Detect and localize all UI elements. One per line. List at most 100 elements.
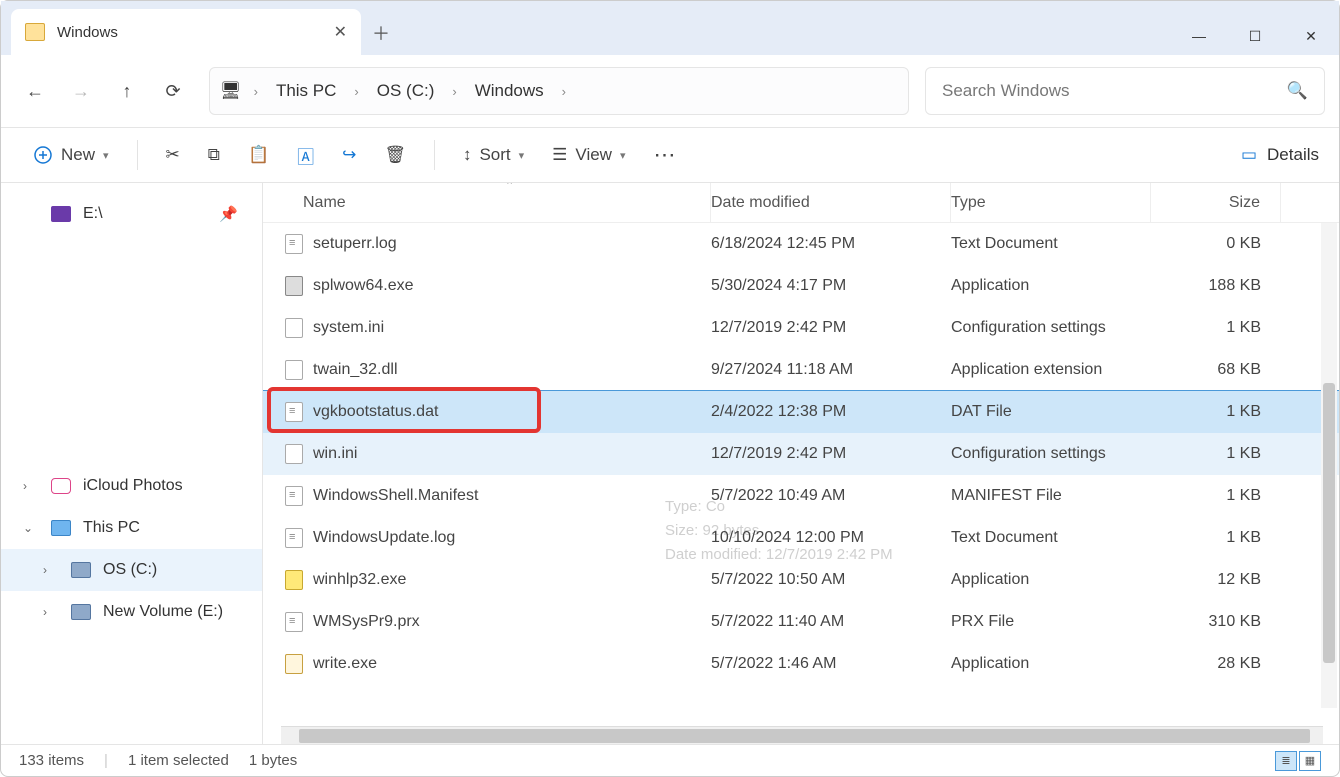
scroll-thumb[interactable] xyxy=(299,729,1310,743)
sidebar-item-newvol[interactable]: › New Volume (E:) xyxy=(1,591,262,633)
file-type: Application xyxy=(951,655,1151,673)
details-pane-button[interactable]: ▭ Details xyxy=(1241,145,1319,165)
file-row[interactable]: WindowsShell.Manifest5/7/2022 10:49 AMMA… xyxy=(263,475,1339,517)
refresh-button[interactable]: ⟳ xyxy=(153,71,193,111)
file-icon xyxy=(285,486,303,506)
column-type[interactable]: Type xyxy=(951,183,1151,222)
file-name: system.ini xyxy=(313,319,384,337)
tiles-view-button[interactable]: ▦ xyxy=(1299,751,1321,771)
close-tab-icon[interactable]: ✕ xyxy=(334,22,347,42)
up-button[interactable]: ↑ xyxy=(107,71,147,111)
chevron-down-icon: ▾ xyxy=(103,149,109,162)
chevron-right-icon[interactable]: › xyxy=(446,84,462,99)
file-rows: Type: Co Size: 92 bytes Date modified: 1… xyxy=(263,223,1339,726)
status-bytes: 1 bytes xyxy=(249,752,297,769)
file-row[interactable]: win.ini 12/7/2019 2:42 PMConfiguration se… xyxy=(263,433,1339,475)
new-tab-button[interactable]: ＋ xyxy=(361,11,401,55)
forward-button[interactable]: → xyxy=(61,71,101,111)
address-bar[interactable]: 🖥 › This PC › OS (C:) › Windows › xyxy=(209,67,909,115)
chevron-right-icon[interactable]: › xyxy=(348,84,364,99)
file-size: 1 KB xyxy=(1151,445,1281,463)
icloud-icon xyxy=(51,478,71,494)
file-type: Application xyxy=(951,277,1151,295)
paste-button[interactable]: 📋 xyxy=(236,139,281,171)
file-type: Text Document xyxy=(951,529,1151,547)
file-icon xyxy=(285,570,303,590)
chevron-right-icon[interactable]: › xyxy=(23,479,27,493)
file-date: 2/4/2022 12:38 PM xyxy=(711,403,951,421)
delete-button[interactable]: 🗑 xyxy=(372,139,418,171)
file-row[interactable]: twain_32.dll9/27/2024 11:18 AMApplicatio… xyxy=(263,349,1339,391)
details-view-button[interactable]: ≣ xyxy=(1275,751,1297,771)
file-name: WindowsShell.Manifest xyxy=(313,487,478,505)
back-button[interactable]: ← xyxy=(15,71,55,111)
more-button[interactable]: ⋯ xyxy=(642,136,690,174)
file-size: 28 KB xyxy=(1151,655,1281,673)
status-bar: 133 items | 1 item selected 1 bytes ≣ ▦ xyxy=(1,744,1339,776)
chevron-down-icon: ▾ xyxy=(519,149,525,162)
status-item-count: 133 items xyxy=(19,752,84,769)
file-date: 12/7/2019 2:42 PM xyxy=(711,445,951,463)
file-list-area: Name ⌃ Date modified Type Size Type: Co … xyxy=(263,183,1339,744)
column-size[interactable]: Size xyxy=(1151,183,1281,222)
file-row[interactable]: system.ini12/7/2019 2:42 PMConfiguration… xyxy=(263,307,1339,349)
column-name[interactable]: Name ⌃ xyxy=(275,183,711,222)
sort-button[interactable]: ↕ Sort ▾ xyxy=(451,139,536,171)
copy-button[interactable]: ⧉ xyxy=(196,139,232,171)
chevron-right-icon[interactable]: › xyxy=(556,84,572,99)
file-size: 1 KB xyxy=(1151,529,1281,547)
file-icon xyxy=(285,318,303,338)
file-row[interactable]: splwow64.exe5/30/2024 4:17 PMApplication… xyxy=(263,265,1339,307)
file-name: splwow64.exe xyxy=(313,277,414,295)
drive-icon xyxy=(71,604,91,620)
new-button[interactable]: New ▾ xyxy=(21,139,121,171)
rename-button[interactable]: 🄰 xyxy=(285,137,326,174)
horizontal-scrollbar[interactable] xyxy=(281,726,1323,744)
clipboard-icon: 📋 xyxy=(248,145,269,165)
chevron-right-icon[interactable]: › xyxy=(43,605,47,619)
file-type: Configuration settings xyxy=(951,445,1151,463)
maximize-button[interactable]: ☐ xyxy=(1227,17,1283,55)
file-row[interactable]: setuperr.log6/18/2024 12:45 PMText Docum… xyxy=(263,223,1339,265)
sidebar-item-icloud[interactable]: › iCloud Photos xyxy=(1,465,262,507)
file-row[interactable]: winhlp32.exe5/7/2022 10:50 AMApplication… xyxy=(263,559,1339,601)
chevron-right-icon[interactable]: › xyxy=(248,84,264,99)
sort-asc-icon: ⌃ xyxy=(505,183,514,192)
tab-windows[interactable]: Windows ✕ xyxy=(11,9,361,55)
sidebar-item-e-drive[interactable]: E:\ 📌 xyxy=(1,193,262,235)
sidebar-item-osc[interactable]: › OS (C:) xyxy=(1,549,262,591)
scroll-thumb[interactable] xyxy=(1323,383,1335,663)
pin-icon[interactable]: 📌 xyxy=(219,205,238,223)
file-icon xyxy=(285,654,303,674)
file-row[interactable]: WMSysPr9.prx5/7/2022 11:40 AMPRX File310… xyxy=(263,601,1339,643)
status-selection: 1 item selected xyxy=(128,752,229,769)
file-row[interactable]: write.exe5/7/2022 1:46 AMApplication28 K… xyxy=(263,643,1339,685)
sidebar-item-thispc[interactable]: ⌄ This PC xyxy=(1,507,262,549)
column-date[interactable]: Date modified xyxy=(711,183,951,222)
search-input[interactable]: Search Windows 🔍 xyxy=(925,67,1325,115)
file-date: 12/7/2019 2:42 PM xyxy=(711,319,951,337)
file-icon xyxy=(285,402,303,422)
breadcrumb-folder[interactable]: Windows xyxy=(469,77,550,105)
file-row[interactable]: vgkbootstatus.dat2/4/2022 12:38 PMDAT Fi… xyxy=(263,391,1339,433)
breadcrumb-drive[interactable]: OS (C:) xyxy=(371,77,441,105)
chevron-down-icon[interactable]: ⌄ xyxy=(23,521,33,535)
view-button[interactable]: ☰ View ▾ xyxy=(540,139,637,171)
vertical-scrollbar[interactable] xyxy=(1321,223,1337,708)
close-window-button[interactable]: ✕ xyxy=(1283,17,1339,55)
file-date: 5/7/2022 10:49 AM xyxy=(711,487,951,505)
share-button[interactable]: ↪ xyxy=(330,139,368,171)
file-size: 1 KB xyxy=(1151,319,1281,337)
chevron-right-icon[interactable]: › xyxy=(43,563,47,577)
breadcrumb-thispc[interactable]: This PC xyxy=(270,77,342,105)
file-size: 12 KB xyxy=(1151,571,1281,589)
file-name: vgkbootstatus.dat xyxy=(313,403,438,421)
file-name: win.ini xyxy=(313,445,357,463)
file-name: setuperr.log xyxy=(313,235,397,253)
cut-button[interactable]: ✂ xyxy=(154,139,192,171)
file-row[interactable]: WindowsUpdate.log10/10/2024 12:00 PMText… xyxy=(263,517,1339,559)
file-type: Text Document xyxy=(951,235,1151,253)
file-size: 0 KB xyxy=(1151,235,1281,253)
minimize-button[interactable]: — xyxy=(1171,17,1227,55)
view-mode-switch: ≣ ▦ xyxy=(1275,751,1321,771)
